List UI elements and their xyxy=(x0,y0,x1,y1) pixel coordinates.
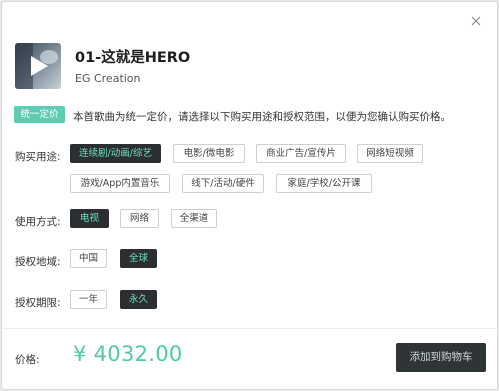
track-cover[interactable] xyxy=(15,43,61,89)
usage-option-film[interactable]: 电影/微电影 xyxy=(173,144,245,163)
usage-option-family-school[interactable]: 家庭/学校/公开课 xyxy=(276,174,372,193)
purchase-dialog: 01-这就是HERO EG Creation 统一定价 本首歌曲为统一定价，请选… xyxy=(1,1,498,390)
divider xyxy=(2,328,497,329)
pricing-notice: 本首歌曲为统一定价，请选择以下购买用途和授权范围，以便为您确认购买价格。 xyxy=(73,111,451,123)
period-option-permanent[interactable]: 永久 xyxy=(120,290,157,309)
usage-option-series[interactable]: 连续剧/动画/综艺 xyxy=(70,144,161,163)
track-artist: EG Creation xyxy=(75,72,141,85)
usage-option-commercial[interactable]: 商业广告/宣传片 xyxy=(256,144,346,163)
method-option-network[interactable]: 网络 xyxy=(120,209,159,228)
method-option-all-channels[interactable]: 全渠道 xyxy=(171,209,217,228)
period-label: 授权期限: xyxy=(15,297,61,309)
method-option-tv[interactable]: 电视 xyxy=(70,209,109,228)
region-option-global[interactable]: 全球 xyxy=(120,249,157,268)
method-label: 使用方式: xyxy=(15,216,61,228)
add-to-cart-button[interactable]: 添加到购物车 xyxy=(396,343,486,372)
track-title: 01-这就是HERO xyxy=(75,50,191,66)
usage-option-offline[interactable]: 线下/活动/硬件 xyxy=(182,174,264,193)
price-value: ¥ 4032.00 xyxy=(73,342,183,366)
period-option-one-year[interactable]: 一年 xyxy=(70,290,107,309)
close-icon[interactable] xyxy=(469,14,483,28)
region-option-china[interactable]: 中国 xyxy=(70,249,107,268)
price-label: 价格: xyxy=(15,354,40,366)
region-label: 授权地域: xyxy=(15,256,61,268)
usage-label: 购买用途: xyxy=(15,151,61,163)
uniform-price-badge: 统一定价 xyxy=(14,106,65,123)
usage-option-short-video[interactable]: 网络短视频 xyxy=(357,144,423,163)
usage-option-game-app[interactable]: 游戏/App内置音乐 xyxy=(70,174,170,193)
